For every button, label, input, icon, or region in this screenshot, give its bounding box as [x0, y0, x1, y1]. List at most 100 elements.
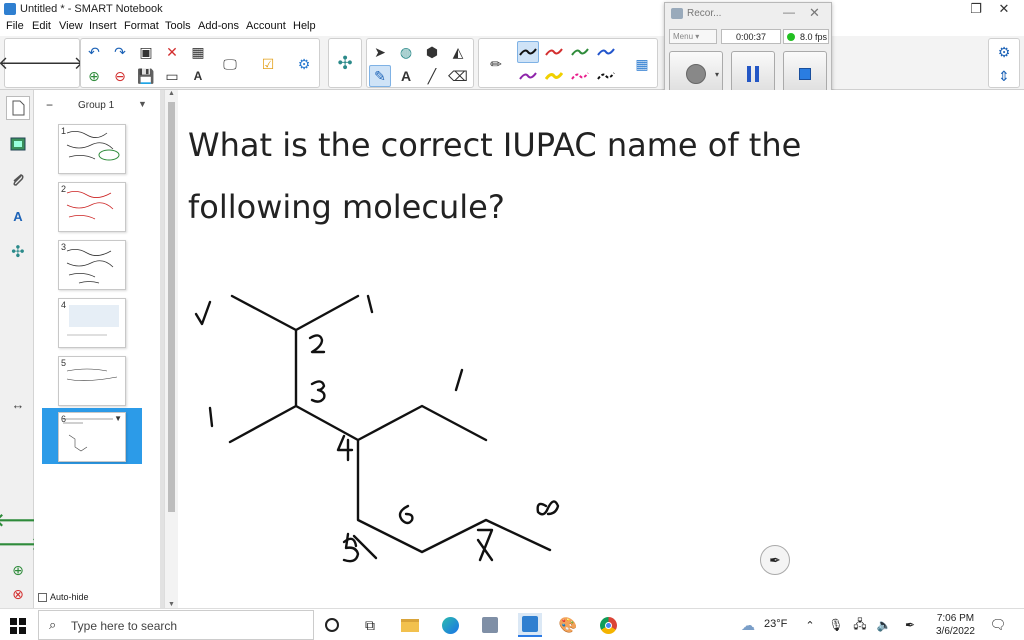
menu-edit[interactable]: Edit — [32, 20, 51, 32]
eraser-icon[interactable]: ⌫ — [447, 65, 469, 87]
restore-button[interactable]: ❐ — [964, 1, 988, 17]
redo-icon[interactable]: ↷ — [109, 41, 131, 63]
menu-file[interactable]: File — [6, 20, 24, 32]
color-palette-icon[interactable]: ▦ — [631, 53, 653, 75]
whiteboard-canvas[interactable]: What is the correct IUPAC name of the fo… — [178, 90, 1024, 608]
menu-view[interactable]: View — [59, 20, 83, 32]
canvas-vertical-scrollbar[interactable]: ▲ ▼ — [164, 90, 178, 608]
puzzle-icon[interactable]: ✣ — [334, 52, 356, 74]
screen-recorder-taskbar-icon[interactable] — [480, 615, 500, 635]
pen-workspace-icon[interactable]: ✒ — [900, 615, 920, 635]
pens-icon[interactable]: ✎ — [369, 65, 391, 87]
notifications-icon[interactable]: 🗨 — [988, 615, 1008, 635]
show-hidden-icons[interactable]: ⌃ — [800, 615, 820, 635]
page-thumbnail-selected[interactable]: 6 ▼ — [58, 412, 126, 462]
search-placeholder: Type here to search — [71, 619, 178, 633]
add-ons-icon[interactable]: ⚙ — [293, 53, 315, 75]
microphone-icon[interactable]: 🎙 — [826, 615, 846, 635]
activity-builder-icon[interactable]: ☑ — [257, 53, 279, 75]
add-page-button[interactable]: ⊕ — [6, 558, 30, 582]
scroll-up-icon[interactable]: ▲ — [168, 90, 175, 97]
menu-help[interactable]: Help — [293, 20, 316, 32]
previous-page-arrow-icon[interactable]: 🡐 — [0, 52, 46, 74]
fill-shape-icon[interactable]: ⬢ — [421, 41, 443, 63]
pen-dashed-swatch[interactable] — [595, 65, 617, 87]
line-tool-icon[interactable]: ╱ — [421, 65, 443, 87]
delete-page-icon[interactable]: ⊖ — [109, 65, 131, 87]
pen-blue-swatch[interactable] — [595, 41, 617, 63]
toolbar-position-icon[interactable]: ⇕ — [993, 65, 1015, 87]
new-page-icon[interactable]: ⊕ — [83, 65, 105, 87]
menu-format[interactable]: Format — [124, 20, 159, 32]
paint-app-icon[interactable]: 🎨 — [558, 615, 578, 635]
undo-icon[interactable]: ↶ — [83, 41, 105, 63]
paste-icon[interactable]: ▣ — [135, 41, 157, 63]
gear-icon[interactable]: ⚙ — [993, 41, 1015, 63]
delete-page-button[interactable]: ⊗ — [6, 582, 30, 606]
network-icon[interactable]: 🖧 — [850, 615, 870, 635]
pen-black-swatch[interactable] — [517, 41, 539, 63]
file-explorer-icon[interactable] — [400, 615, 420, 635]
system-clock[interactable]: 7:06 PM 3/6/2022 — [936, 612, 975, 638]
task-view-icon[interactable]: ⧉ — [360, 615, 380, 635]
next-page-arrow-icon[interactable]: 🡒 — [36, 52, 84, 74]
floating-pen-button[interactable]: ✒ — [760, 545, 790, 575]
paint-bucket-icon[interactable]: ◭ — [447, 41, 469, 63]
record-dropdown-icon[interactable]: ▾ — [715, 70, 719, 79]
pen-magenta-swatch[interactable] — [569, 65, 591, 87]
page-thumbnail[interactable]: 4 — [58, 298, 126, 348]
table-icon[interactable]: ▦ — [187, 41, 209, 63]
page-sorter-tab-icon[interactable] — [6, 96, 30, 120]
thumbnail-scribble — [67, 305, 119, 336]
menu-account[interactable]: Account — [246, 20, 286, 32]
question-line-1: What is the correct IUPAC name of the — [188, 126, 802, 164]
page-thumbnail[interactable]: 5 — [58, 356, 126, 406]
pen-yellow-swatch[interactable] — [543, 65, 565, 87]
scroll-down-icon[interactable]: ▼ — [168, 601, 175, 608]
taskbar-search-box[interactable]: ⌕ Type here to search — [38, 610, 314, 640]
page-thumbnail[interactable]: 1 — [58, 124, 126, 174]
start-button[interactable] — [10, 618, 26, 637]
previous-page-button[interactable]: 🡐 — [0, 508, 42, 532]
chrome-browser-icon[interactable] — [598, 615, 618, 635]
next-page-button[interactable]: 🡒 — [0, 532, 42, 556]
menu-insert[interactable]: Insert — [89, 20, 117, 32]
pen-purple-swatch[interactable] — [517, 65, 539, 87]
add-ons-tab-icon[interactable]: ✣ — [6, 240, 30, 264]
recorder-menu-dropdown[interactable]: Menu ▾ — [669, 29, 717, 44]
group-menu-arrow-icon[interactable]: ▼ — [138, 99, 147, 109]
auto-hide-checkbox[interactable] — [38, 593, 47, 602]
menu-add-ons[interactable]: Add-ons — [198, 20, 239, 32]
menu-tools[interactable]: Tools — [165, 20, 191, 32]
delete-icon[interactable]: ✕ — [161, 41, 183, 63]
resize-panel-icon[interactable]: ↔ — [6, 392, 30, 416]
close-button[interactable]: ✕ — [992, 1, 1016, 17]
pen-red-swatch[interactable] — [543, 41, 565, 63]
scrollbar-thumb[interactable] — [168, 102, 175, 512]
properties-tab-icon[interactable]: A — [6, 204, 30, 228]
edge-browser-icon[interactable] — [440, 615, 460, 635]
pen-green-swatch[interactable] — [569, 41, 591, 63]
text-tool-icon[interactable]: A — [395, 65, 417, 87]
recorder-minimize-button[interactable]: — — [783, 5, 795, 19]
volume-icon[interactable]: 🔈 — [874, 615, 894, 635]
pen-icon[interactable]: ✏ — [485, 53, 507, 75]
display-screen-icon[interactable]: ▭ — [161, 65, 183, 87]
auto-hide-label: Auto-hide — [50, 592, 89, 602]
select-arrow-icon[interactable]: ➤ — [369, 41, 391, 63]
gallery-tab-icon[interactable] — [6, 132, 30, 156]
shapes-icon[interactable]: ◍ — [395, 41, 417, 63]
collapse-group-icon[interactable]: − — [46, 98, 53, 112]
attachments-tab-icon[interactable] — [6, 168, 30, 192]
text-resize-icon[interactable]: A — [187, 65, 209, 87]
page-thumbnail[interactable]: 3 — [58, 240, 126, 290]
weather-icon[interactable]: ☁ — [738, 615, 758, 635]
chevron-up-icon: ⌃ — [805, 619, 815, 632]
cortana-icon[interactable] — [322, 615, 342, 635]
page-menu-arrow-icon[interactable]: ▼ — [114, 414, 122, 423]
screen-capture-icon[interactable]: 🖵 — [219, 53, 241, 75]
save-icon[interactable]: 💾 — [135, 65, 157, 87]
recorder-close-button[interactable]: ✕ — [809, 5, 820, 21]
page-thumbnail[interactable]: 2 — [58, 182, 126, 232]
smart-notebook-taskbar-icon[interactable] — [518, 613, 542, 637]
